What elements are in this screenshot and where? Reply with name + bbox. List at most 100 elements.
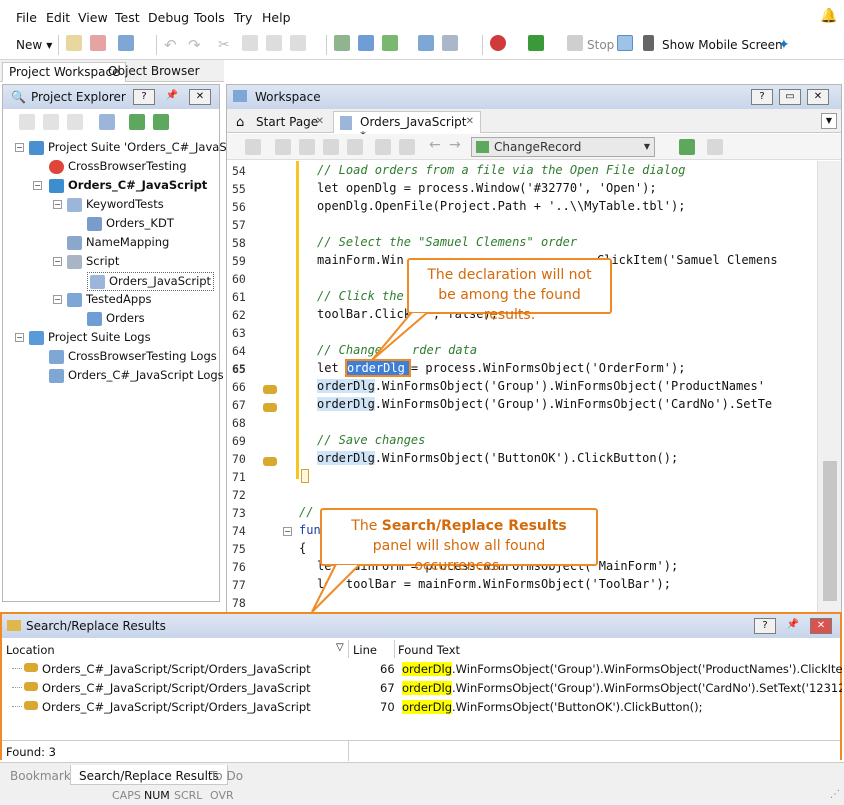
bookmark-icon[interactable] xyxy=(399,139,415,155)
column-divider[interactable] xyxy=(348,640,349,658)
search-result-icon[interactable] xyxy=(263,385,277,394)
mobile-icon[interactable] xyxy=(643,35,654,51)
add-existing-icon[interactable] xyxy=(43,114,59,130)
help-button[interactable]: ? xyxy=(751,89,773,105)
record-icon[interactable] xyxy=(490,35,506,51)
checkpoint-icon[interactable] xyxy=(707,139,723,155)
tree-item-project-suite-logs[interactable]: Project Suite Logs xyxy=(29,330,151,345)
tree-item-crossbrowsertesting-logs[interactable]: CrossBrowserTesting Logs xyxy=(49,349,217,364)
crossbrowser-icon[interactable]: ✦ xyxy=(778,35,790,55)
collapse-icon[interactable]: − xyxy=(53,257,62,266)
stop-label[interactable]: Stop xyxy=(587,35,614,55)
close-tab-icon[interactable]: ✕ xyxy=(466,116,474,127)
menu-tools[interactable]: Tools xyxy=(194,10,225,25)
collapse-icon[interactable]: − xyxy=(53,295,62,304)
sort-icon[interactable]: ▽ xyxy=(336,642,344,653)
back-icon[interactable]: ← xyxy=(429,137,441,153)
comment-icon[interactable] xyxy=(245,139,261,155)
routine-combo[interactable]: ChangeRecord ▼ xyxy=(471,137,655,157)
menu-try[interactable]: Try xyxy=(234,10,252,25)
result-row[interactable]: Orders_C#_JavaScript/Script/Orders_JavaS… xyxy=(2,660,842,679)
header-found-text[interactable]: Found Text xyxy=(398,643,460,657)
add-icon[interactable] xyxy=(19,114,35,130)
close-icon[interactable]: ✕ xyxy=(810,618,832,634)
collapse-icon[interactable]: − xyxy=(53,200,62,209)
collapse-icon[interactable]: − xyxy=(283,527,292,536)
run-options-icon[interactable] xyxy=(153,114,169,130)
add-item-icon[interactable] xyxy=(334,35,350,51)
properties-icon[interactable] xyxy=(99,114,115,130)
header-location[interactable]: Location xyxy=(6,643,55,657)
tree-item-orders-javascript[interactable]: Orders_JavaScript xyxy=(87,272,215,291)
pin-icon[interactable]: 📌 xyxy=(161,89,183,105)
tree-item-testedapps[interactable]: TestedApps xyxy=(67,292,151,307)
close-file-icon[interactable] xyxy=(90,35,106,51)
tab-object-browser[interactable]: Object Browser xyxy=(102,62,206,82)
menu-help[interactable]: Help xyxy=(262,10,291,25)
cut-icon[interactable]: ✂ xyxy=(218,35,230,55)
collapse-icon[interactable]: − xyxy=(15,333,24,342)
check-icon[interactable] xyxy=(382,35,398,51)
column-divider[interactable] xyxy=(394,640,395,658)
result-row[interactable]: Orders_C#_JavaScript/Script/Orders_JavaS… xyxy=(2,698,840,717)
tree-item-orders[interactable]: Orders xyxy=(87,311,145,326)
editor-scrollbar[interactable] xyxy=(817,161,841,612)
tab-start-page[interactable]: ⌂ Start Page ✕ xyxy=(229,111,331,133)
close-icon[interactable]: ✕ xyxy=(189,89,211,105)
menu-edit[interactable]: Edit xyxy=(46,10,70,25)
collapse-icon[interactable]: − xyxy=(15,143,24,152)
open-icon[interactable] xyxy=(66,35,82,51)
remove-icon[interactable] xyxy=(67,114,83,130)
search-result-icon[interactable] xyxy=(263,403,277,412)
bell-icon[interactable]: 🔔 xyxy=(820,8,837,24)
close-tab-icon[interactable]: ✕ xyxy=(316,116,324,127)
tree-item-script[interactable]: Script xyxy=(67,254,119,269)
outdent-icon[interactable] xyxy=(375,139,391,155)
web-icon[interactable] xyxy=(358,35,374,51)
tab-orders-javascript[interactable]: Orders_JavaScript *✕ xyxy=(333,111,481,143)
tab-list-icon[interactable]: ▼ xyxy=(821,113,837,129)
close-icon[interactable]: ✕ xyxy=(807,89,829,105)
menu-file[interactable]: File xyxy=(16,10,37,25)
tree-item-keywordtests[interactable]: KeywordTests xyxy=(67,197,164,212)
show-mobile-screen-label[interactable]: Show Mobile Screen xyxy=(662,35,783,55)
help-button[interactable]: ? xyxy=(133,89,155,105)
align-left-icon[interactable] xyxy=(275,139,291,155)
align-center-icon[interactable] xyxy=(299,139,315,155)
run-icon[interactable] xyxy=(129,114,145,130)
indent-icon[interactable] xyxy=(347,139,363,155)
delete-icon[interactable] xyxy=(290,35,306,51)
debug-icon[interactable] xyxy=(617,35,633,51)
add-checkpoint-icon[interactable] xyxy=(679,139,695,155)
menu-debug[interactable]: Debug xyxy=(148,10,189,25)
search-result-icon[interactable] xyxy=(263,457,277,466)
scrollbar-thumb[interactable] xyxy=(823,461,837,601)
help-button[interactable]: ? xyxy=(754,618,776,634)
tree-item-project[interactable]: Orders_C#_JavaScript xyxy=(49,178,207,193)
paste-icon[interactable] xyxy=(266,35,282,51)
align-right-icon[interactable] xyxy=(323,139,339,155)
resize-grip-icon[interactable]: ⋰ xyxy=(830,789,840,800)
device-icon[interactable] xyxy=(418,35,434,51)
collapse-icon[interactable]: − xyxy=(33,181,42,190)
new-button[interactable]: New ▼ xyxy=(16,35,52,55)
header-line[interactable]: Line xyxy=(353,643,377,657)
redo-icon[interactable]: ↷ xyxy=(188,35,201,55)
undo-icon[interactable]: ↶ xyxy=(164,35,177,55)
run-icon[interactable] xyxy=(528,35,544,51)
copy-icon[interactable] xyxy=(242,35,258,51)
database-icon[interactable] xyxy=(442,35,458,51)
stop-icon[interactable] xyxy=(567,35,583,51)
tree-item-project-suite[interactable]: Project Suite 'Orders_C#_JavaScript' xyxy=(29,140,256,155)
menu-test[interactable]: Test xyxy=(115,10,140,25)
forward-icon[interactable]: → xyxy=(449,137,461,153)
tree-item-orders-kdt[interactable]: Orders_KDT xyxy=(87,216,174,231)
result-row[interactable]: Orders_C#_JavaScript/Script/Orders_JavaS… xyxy=(2,679,842,698)
tree-item-project-logs[interactable]: Orders_C#_JavaScript Logs xyxy=(49,368,224,383)
restore-icon[interactable]: ▭ xyxy=(779,89,801,105)
tree-item-crossbrowsertesting[interactable]: CrossBrowserTesting xyxy=(49,159,187,174)
pin-icon[interactable]: 📌 xyxy=(782,618,804,634)
tree-item-namemapping[interactable]: NameMapping xyxy=(67,235,169,250)
tab-to-do[interactable]: To Do xyxy=(202,765,251,785)
menu-view[interactable]: View xyxy=(78,10,108,25)
